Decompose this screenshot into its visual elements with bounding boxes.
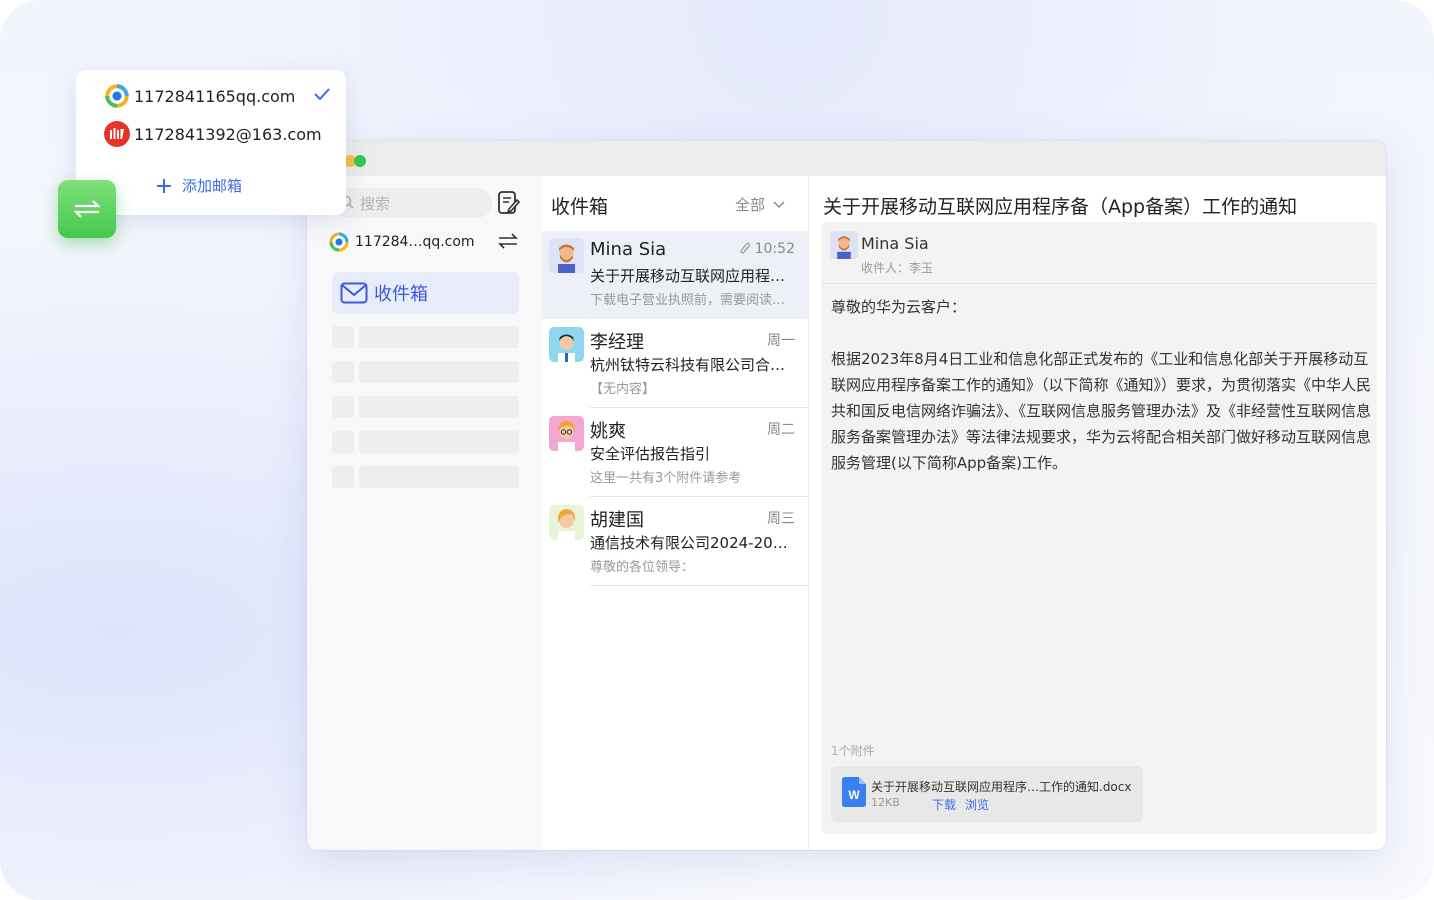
- avatar: [830, 231, 858, 259]
- check-icon: [314, 88, 330, 100]
- mail-time: 10:52: [739, 241, 795, 257]
- sidebar-item-inbox[interactable]: 收件箱: [332, 272, 519, 314]
- mail-list-item[interactable]: 姚爽 周二 安全评估报告指引 这里一共有3个附件请参考: [542, 409, 808, 497]
- account-email: 1172841165qq.com: [134, 86, 296, 106]
- folder-placeholder: [332, 431, 354, 453]
- mail-preview: 尊敬的各位领导：: [590, 560, 695, 575]
- mail-window: 搜索 117284…qq.com 收件箱 收件箱 全部 Mina Sia 10:…: [307, 141, 1386, 850]
- mail-greeting: 尊敬的华为云客户：: [831, 298, 967, 316]
- account-option-163[interactable]: 1172841392@163.com: [104, 121, 322, 147]
- mail-time: 周三: [767, 511, 795, 527]
- folder-placeholder: [359, 431, 519, 453]
- search-placeholder: 搜索: [360, 194, 391, 213]
- folder-placeholder: [332, 396, 354, 418]
- folder-placeholder: [332, 361, 354, 383]
- preview-attachment-link[interactable]: 浏览: [965, 796, 989, 813]
- attachment-count: 1个附件: [831, 744, 875, 758]
- divider: [590, 585, 808, 586]
- current-account-email: 117284…qq.com: [355, 234, 475, 250]
- account-option-qq[interactable]: 1172841165qq.com: [104, 83, 295, 109]
- mail-body: 尊敬的华为云客户： 根据2023年8月4日工业和信息化部正式发布的《工业和信息化…: [831, 294, 1371, 502]
- attachment-size: 12KB: [871, 796, 900, 809]
- folder-placeholder: [359, 361, 519, 383]
- sidebar: 搜索 117284…qq.com 收件箱: [307, 176, 542, 850]
- mail-subject: 安全评估报告指引: [590, 445, 711, 463]
- mail-paragraph: 根据2023年8月4日工业和信息化部正式发布的《工业和信息化部关于开展移动互联网…: [831, 350, 1372, 472]
- mail-sender: Mina Sia: [590, 239, 667, 260]
- mail-sender: Mina Sia: [861, 234, 929, 253]
- qq-mail-icon: [105, 84, 129, 108]
- avatar: [549, 238, 584, 273]
- compose-button[interactable]: [497, 190, 521, 216]
- chevron-down-icon: [773, 200, 785, 208]
- folder-placeholder: [332, 326, 354, 348]
- switch-account-fab[interactable]: [58, 180, 116, 238]
- folder-placeholder: [332, 466, 354, 488]
- account-switcher-popover: 1172841165qq.com 1172841392@163.com 添加邮箱: [76, 70, 346, 215]
- mail-list-item[interactable]: 李经理 周一 杭州钛特云科技有限公司合作事宜 【无内容】: [542, 320, 808, 408]
- mail-list-title: 收件箱: [551, 196, 609, 218]
- divider: [590, 496, 808, 497]
- filter-dropdown[interactable]: 全部: [735, 194, 785, 215]
- title-bar: [307, 141, 1386, 176]
- mail-subject: 通信技术有限公司2024-2025年度: [590, 534, 795, 552]
- avatar: [549, 505, 584, 540]
- switch-account-button[interactable]: [497, 233, 519, 249]
- mail-sender: 姚爽: [590, 421, 626, 442]
- folder-placeholder: [359, 396, 519, 418]
- download-attachment-link[interactable]: 下载: [932, 796, 956, 813]
- compose-icon: [498, 191, 521, 214]
- mail-subject: 关于开展移动互联网应用程序备（App备案）工作的通知: [590, 267, 795, 285]
- avatar: [549, 416, 584, 451]
- account-email: 1172841392@163.com: [134, 124, 322, 144]
- divider: [590, 407, 808, 408]
- svg-text:W: W: [848, 788, 860, 802]
- mail-icon: [340, 282, 368, 304]
- mail-content-card: Mina Sia 收件人：李玉 尊敬的华为云客户： 根据2023年8月4日工业和…: [821, 222, 1377, 834]
- filter-label: 全部: [735, 196, 766, 214]
- qq-mail-icon: [329, 232, 349, 252]
- reading-pane: 关于开展移动互联网应用程序备（App备案）工作的通知 Mina Sia 收件人：…: [809, 176, 1386, 850]
- attachment-card[interactable]: W 关于开展移动互联网应用程序…工作的通知.docx 12KB 下载 浏览: [831, 766, 1143, 822]
- mail-preview: 这里一共有3个附件请参考: [590, 471, 742, 486]
- maximize-window-button[interactable]: [354, 155, 366, 167]
- mail-time-text: 10:52: [754, 241, 795, 257]
- mail-header: Mina Sia 收件人：李玉: [821, 222, 1377, 284]
- mail-preview: 【无内容】: [590, 382, 656, 397]
- mail-sender: 胡建国: [590, 510, 644, 531]
- plus-icon: [157, 178, 171, 193]
- paperclip-icon: [740, 242, 750, 254]
- word-document-icon: W: [842, 777, 866, 807]
- mail-time: 周二: [767, 422, 795, 438]
- add-mailbox-button[interactable]: 添加邮箱: [156, 175, 242, 196]
- mail-title: 关于开展移动互联网应用程序备（App备案）工作的通知: [823, 196, 1298, 218]
- sidebar-item-label: 收件箱: [374, 284, 428, 305]
- mail-time: 周一: [767, 333, 795, 349]
- attachment-name: 关于开展移动互联网应用程序…工作的通知.docx: [871, 780, 1132, 794]
- swap-icon: [73, 200, 101, 218]
- swap-icon: [498, 233, 518, 249]
- add-mailbox-label: 添加邮箱: [182, 177, 243, 195]
- mail-list-item[interactable]: Mina Sia 10:52 关于开展移动互联网应用程序备（App备案）工作的通…: [542, 231, 808, 319]
- avatar: [549, 327, 584, 362]
- folder-placeholder: [359, 326, 519, 348]
- mail-list-pane: 收件箱 全部 Mina Sia 10:52 关于开展移动互联网应用程序备（App…: [542, 176, 809, 850]
- mail-sender: 李经理: [590, 332, 644, 353]
- mail-preview: 下载电子营业执照前，需要阅读并同意相关协议: [590, 293, 795, 308]
- netease-163-icon: [104, 121, 130, 147]
- folder-placeholder: [359, 466, 519, 488]
- mail-list-item[interactable]: 胡建国 周三 通信技术有限公司2024-2025年度 尊敬的各位领导：: [542, 498, 808, 586]
- search-input[interactable]: 搜索: [332, 188, 492, 218]
- mail-subject: 杭州钛特云科技有限公司合作事宜: [590, 356, 795, 374]
- mail-recipient: 收件人：李玉: [861, 261, 934, 275]
